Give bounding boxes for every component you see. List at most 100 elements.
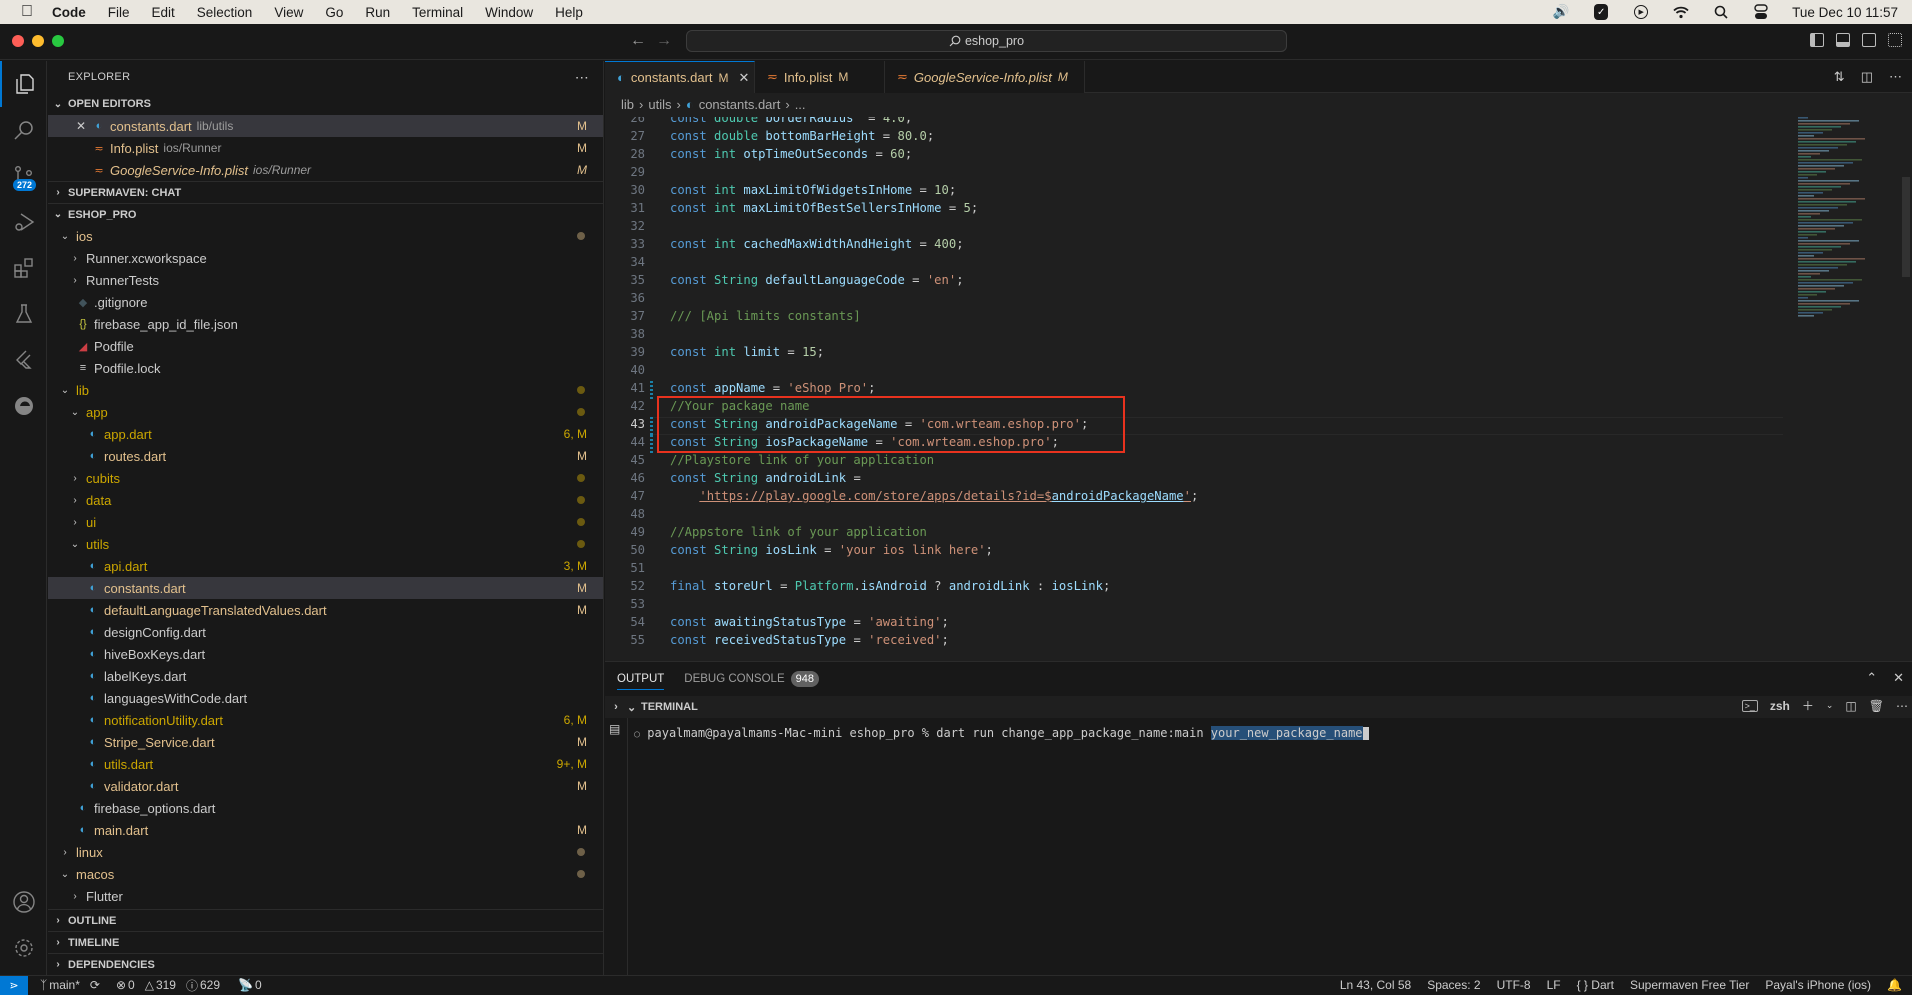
open-changes-icon[interactable]: ⇅ <box>1834 69 1845 85</box>
menu-run[interactable]: Run <box>365 5 390 20</box>
folder-item[interactable]: › linux <box>48 841 603 863</box>
folder-item[interactable]: › data <box>48 489 603 511</box>
outline-section[interactable]: › OUTLINE <box>48 909 603 931</box>
menubar-clock[interactable]: Tue Dec 10 11:57 <box>1792 5 1898 20</box>
file-item[interactable]: ◐ firebase_options.dart <box>48 797 603 819</box>
file-item[interactable]: ◆ .gitignore <box>48 291 603 313</box>
tab-output[interactable]: OUTPUT <box>617 668 665 690</box>
menu-selection[interactable]: Selection <box>197 5 253 20</box>
code-editor[interactable]: 26 const double borderRadius = 4.0; 27 cons… <box>605 117 1785 661</box>
remote-indicator-icon[interactable]: ⋗ <box>0 975 28 995</box>
toggle-secondary-sidebar-icon[interactable] <box>1862 33 1876 47</box>
trash-icon[interactable]: 🗑 <box>1869 699 1884 713</box>
tab-debug-console[interactable]: DEBUG CONSOLE <box>684 673 784 685</box>
search-activity[interactable] <box>0 107 47 153</box>
extensions-activity[interactable] <box>0 245 47 291</box>
info-count[interactable]: 629 <box>200 978 220 992</box>
zoom-window-button[interactable] <box>52 35 64 47</box>
folder-item[interactable]: › cubits <box>48 467 603 489</box>
file-item[interactable]: ◐ designConfig.dart <box>48 621 603 643</box>
split-editor-icon[interactable]: ◫ <box>1861 69 1873 85</box>
chevron-right-icon[interactable]: › <box>605 701 627 713</box>
manage-activity[interactable] <box>0 925 47 971</box>
file-item[interactable]: ≡ Podfile.lock <box>48 357 603 379</box>
testing-activity[interactable] <box>0 291 47 337</box>
toggle-panel-icon[interactable] <box>1836 33 1850 47</box>
menu-help[interactable]: Help <box>555 5 583 20</box>
menu-window[interactable]: Window <box>485 5 533 20</box>
folder-item[interactable]: ⌄ ios <box>48 225 603 247</box>
indentation[interactable]: Spaces: 2 <box>1427 978 1480 992</box>
more-actions-icon[interactable]: ⋯ <box>575 69 589 86</box>
play-icon[interactable]: ▶ <box>1632 4 1650 20</box>
toggle-primary-sidebar-icon[interactable] <box>1810 33 1824 47</box>
file-item[interactable]: ◐ app.dart 6, M <box>48 423 603 445</box>
folder-item[interactable]: ⌄ app <box>48 401 603 423</box>
apple-menu-icon[interactable]:  <box>18 3 36 21</box>
terminal-selected-text[interactable]: your_new_package_name <box>1210 726 1363 740</box>
forward-arrow-icon[interactable]: → <box>656 32 672 50</box>
split-terminal-icon[interactable]: ◫ <box>1845 699 1856 713</box>
file-item[interactable]: ◐ validator.dart M <box>48 775 603 797</box>
file-item[interactable]: ◐ routes.dart M <box>48 445 603 467</box>
command-center-search[interactable]: eshop_pro <box>686 30 1287 52</box>
file-item[interactable]: ◐ languagesWithCode.dart <box>48 687 603 709</box>
menu-view[interactable]: View <box>274 5 303 20</box>
chevron-down-icon[interactable]: ⌄ <box>1826 700 1834 711</box>
close-window-button[interactable] <box>12 35 24 47</box>
ports-count[interactable]: 0 <box>255 978 262 992</box>
run-debug-activity[interactable] <box>0 199 47 245</box>
folder-item[interactable]: ⌄ utils <box>48 533 603 555</box>
tab-googleservice-info-plist[interactable]: ≂ GoogleService-Info.plist M <box>885 61 1085 93</box>
editor-scrollbar[interactable] <box>1900 117 1912 661</box>
source-control-activity[interactable]: 272 <box>0 153 47 199</box>
breadcrumb-lib[interactable]: lib <box>621 97 634 112</box>
file-item[interactable]: ◐ constants.dart M <box>48 577 603 599</box>
file-item[interactable]: ◐ notificationUtility.dart 6, M <box>48 709 603 731</box>
timeline-section[interactable]: › TIMELINE <box>48 931 603 953</box>
maximize-panel-icon[interactable]: ⌃ <box>1866 670 1877 686</box>
accounts-activity[interactable] <box>0 879 47 925</box>
minimap[interactable] <box>1790 117 1900 347</box>
file-item[interactable]: ◐ defaultLanguageTranslatedValues.dart M <box>48 599 603 621</box>
encoding[interactable]: UTF-8 <box>1497 978 1531 992</box>
more-actions-icon[interactable]: ⋯ <box>1896 699 1908 713</box>
terminal-list-icon[interactable]: ▤ <box>609 722 620 736</box>
close-icon[interactable]: ✕ <box>76 119 92 133</box>
breadcrumb-symbol[interactable]: ... <box>795 97 806 112</box>
folder-item[interactable]: › RunnerTests <box>48 269 603 291</box>
warning-count[interactable]: 319 <box>156 978 176 992</box>
vpn-check-icon[interactable]: ✓ <box>1592 4 1610 20</box>
new-terminal-icon[interactable]: ＋ <box>1802 697 1814 714</box>
terminal-shell-name[interactable]: zsh <box>1770 699 1790 713</box>
close-panel-icon[interactable]: ✕ <box>1893 670 1904 686</box>
wifi-icon[interactable] <box>1672 4 1690 20</box>
tab-constants-dart[interactable]: ◐ constants.dart M ✕ <box>605 61 755 93</box>
folder-item[interactable]: › Runner.xcworkspace <box>48 247 603 269</box>
menu-file[interactable]: File <box>108 5 130 20</box>
supermaven-chat-section[interactable]: › SUPERMAVEN: CHAT <box>48 181 603 203</box>
supermaven-status[interactable]: Supermaven Free Tier <box>1630 978 1749 992</box>
back-arrow-icon[interactable]: ← <box>630 32 646 50</box>
end-of-line[interactable]: LF <box>1547 978 1561 992</box>
notifications-bell-icon[interactable]: 🔔 <box>1887 978 1902 992</box>
file-item[interactable]: ◐ api.dart 3, M <box>48 555 603 577</box>
customize-layout-icon[interactable] <box>1888 33 1902 47</box>
device-selector[interactable]: Payal's iPhone (ios) <box>1765 978 1871 992</box>
open-editors-section[interactable]: ⌄ OPEN EDITORS <box>48 93 603 115</box>
edge-activity[interactable] <box>0 383 47 429</box>
file-item[interactable]: ◐ utils.dart 9+, M <box>48 753 603 775</box>
file-item[interactable]: ◐ labelKeys.dart <box>48 665 603 687</box>
folder-item[interactable]: › ui <box>48 511 603 533</box>
folder-item[interactable]: › Flutter <box>48 885 603 907</box>
control-center-icon[interactable] <box>1752 4 1770 20</box>
folder-item[interactable]: ⌄ macos <box>48 863 603 885</box>
search-icon[interactable] <box>1712 4 1730 20</box>
project-section[interactable]: ⌄ ESHOP_PRO <box>48 203 603 225</box>
open-editor-item[interactable]: ✕ ◐ constants.dart lib/utils M <box>48 115 603 137</box>
cursor-position[interactable]: Ln 43, Col 58 <box>1340 978 1411 992</box>
dependencies-section[interactable]: › DEPENDENCIES <box>48 953 603 975</box>
language-mode[interactable]: Dart <box>1591 978 1614 992</box>
menu-edit[interactable]: Edit <box>152 5 175 20</box>
breadcrumb-file[interactable]: constants.dart <box>699 97 781 112</box>
